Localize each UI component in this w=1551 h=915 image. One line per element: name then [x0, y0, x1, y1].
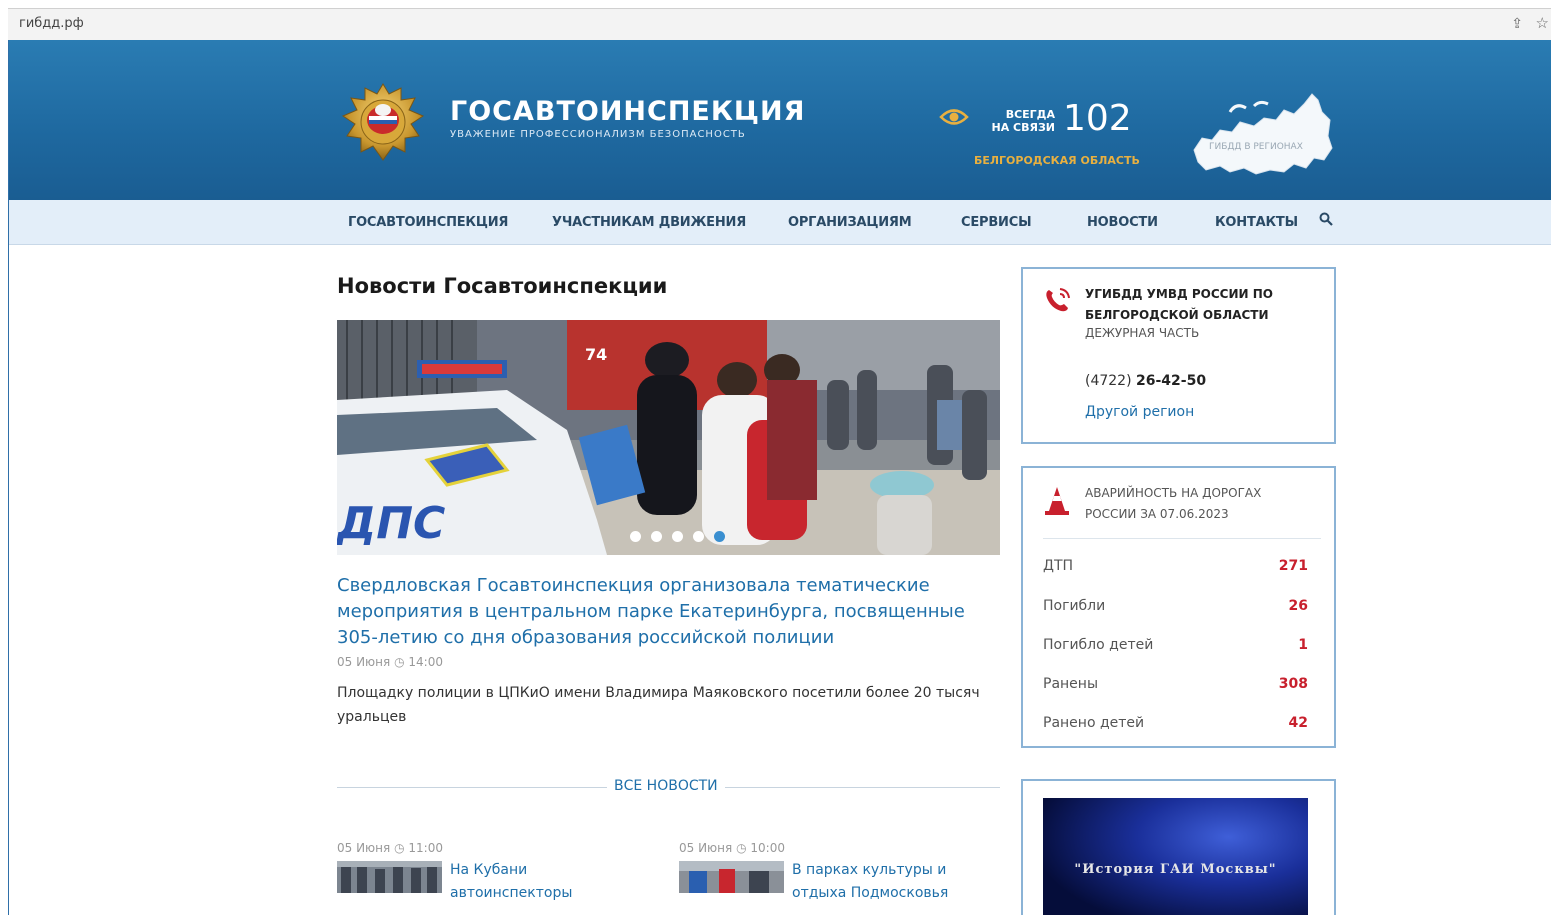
emblem-logo[interactable] — [337, 80, 429, 166]
mini-news-thumbnail[interactable] — [337, 861, 442, 893]
emergency-phone[interactable]: 102 — [1063, 98, 1132, 139]
url-text[interactable]: гибдд.рф — [19, 16, 84, 31]
always-line-2: НА СВЯЗИ — [991, 121, 1056, 134]
main-nav: ГОСАВТОИНСПЕКЦИЯ УЧАСТНИКАМ ДВИЖЕНИЯ ОРГ… — [9, 200, 1551, 245]
clock-icon: ◷ — [736, 841, 747, 855]
headline-lead: Площадку полиции в ЦПКиО имени Владимира… — [337, 685, 980, 725]
brand-subtitle: УВАЖЕНИЕ ПРОФЕССИОНАЛИЗМ БЕЗОПАСНОСТЬ — [450, 129, 746, 140]
mini-news-date: 05 Июня — [679, 841, 733, 855]
video-player[interactable]: "История ГАИ Москвы" — [1043, 798, 1308, 915]
mini-news-time: 10:00 — [750, 841, 785, 855]
nav-item-services[interactable]: СЕРВИСЫ — [961, 215, 1032, 230]
stat-label: Погибло детей — [1043, 637, 1154, 653]
carousel-dot-5[interactable] — [714, 531, 725, 542]
nav-item-participants[interactable]: УЧАСТНИКАМ ДВИЖЕНИЯ — [552, 215, 746, 230]
contact-subtitle: ДЕЖУРНАЯ ЧАСТЬ — [1085, 326, 1200, 340]
clock-icon: ◷ — [394, 655, 405, 669]
clock-icon: ◷ — [394, 841, 405, 855]
mini-news-title[interactable]: На Кубани автоинспекторы — [450, 859, 650, 905]
stat-label: Погибли — [1043, 598, 1106, 614]
carousel-dot-3[interactable] — [672, 531, 683, 542]
stat-value: 26 — [1288, 598, 1308, 614]
stat-label: Ранены — [1043, 676, 1098, 692]
nav-item-contacts[interactable]: КОНТАКТЫ — [1215, 215, 1298, 230]
regions-map-label[interactable]: ГИБДД В РЕГИОНАХ — [1209, 142, 1303, 152]
nav-item-gosavtoinspekciya[interactable]: ГОСАВТОИНСПЕКЦИЯ — [348, 215, 508, 230]
carousel-dots — [630, 531, 725, 542]
site-header: ГОСАВТОИНСПЕКЦИЯ УВАЖЕНИЕ ПРОФЕССИОНАЛИЗ… — [9, 40, 1551, 200]
stat-row-killed: Погибли 26 — [1043, 598, 1308, 614]
contact-card: УГИБДД УМВД РОССИИ ПО БЕЛГОРОДСКОЙ ОБЛАС… — [1021, 267, 1336, 444]
stat-row-children-injured: Ранено детей 42 — [1043, 715, 1308, 731]
search-icon[interactable] — [1319, 212, 1333, 226]
divider — [1043, 538, 1321, 539]
carousel-dot-4[interactable] — [693, 531, 704, 542]
stat-row-injured: Ранены 308 — [1043, 676, 1308, 692]
mini-news-item[interactable]: 05 Июня ◷ 10:00 В парках культуры и отды… — [679, 841, 948, 901]
phone-icon — [1046, 288, 1070, 312]
always-line-1: ВСЕГДА — [1005, 108, 1055, 121]
carousel-dot-2[interactable] — [651, 531, 662, 542]
mini-news-thumbnail[interactable] — [679, 861, 784, 893]
hero-news-image[interactable]: ДПС 74 — [337, 320, 1000, 555]
bookmark-star-icon[interactable]: ☆ — [1536, 14, 1549, 32]
other-region-link[interactable]: Другой регион — [1085, 404, 1194, 420]
mini-news-item[interactable]: 05 Июня ◷ 11:00 На Кубани автоинспекторы — [337, 841, 572, 901]
accident-stats-title: АВАРИЙНОСТЬ НА ДОРОГАХ РОССИИ ЗА 07.06.2… — [1085, 486, 1262, 521]
headline-time: 14:00 — [408, 655, 443, 669]
stat-value: 42 — [1288, 715, 1308, 731]
mini-news-meta: 05 Июня ◷ 10:00 — [679, 841, 785, 855]
headline-link[interactable]: Свердловская Госавтоинспекция организова… — [337, 573, 997, 651]
accident-stats-card: АВАРИЙНОСТЬ НА ДОРОГАХ РОССИИ ЗА 07.06.2… — [1021, 466, 1336, 748]
stat-value: 271 — [1278, 558, 1308, 574]
address-bar[interactable]: гибдд.рф ⇪ ☆ — [8, 8, 1551, 40]
mini-news-time: 11:00 — [408, 841, 443, 855]
stat-row-dtp: ДТП 271 — [1043, 558, 1308, 574]
share-icon[interactable]: ⇪ — [1511, 15, 1523, 32]
phone-number: 26-42-50 — [1136, 373, 1207, 389]
brand-title[interactable]: ГОСАВТОИНСПЕКЦИЯ — [450, 96, 805, 127]
contact-title: УГИБДД УМВД РОССИИ ПО БЕЛГОРОДСКОЙ ОБЛАС… — [1085, 287, 1273, 322]
always-connected-label: ВСЕГДА НА СВЯЗИ — [987, 108, 1056, 134]
stat-label: Ранено детей — [1043, 715, 1145, 731]
contact-phone[interactable]: (4722) 26-42-50 — [1085, 373, 1206, 389]
news-section-title: Новости Госавтоинспекции — [337, 274, 668, 298]
mini-news-meta: 05 Июня ◷ 11:00 — [337, 841, 443, 855]
mini-news-title[interactable]: В парках культуры и отдыха Подмосковья — [792, 859, 992, 905]
hero-photo: ДПС 74 — [337, 320, 1000, 555]
hero-car-label: ДПС — [337, 498, 445, 549]
traffic-cone-icon — [1045, 487, 1069, 515]
nav-item-organizations[interactable]: ОРГАНИЗАЦИЯМ — [788, 215, 912, 230]
video-title: "История ГАИ Москвы" — [1074, 862, 1277, 877]
russia-map-icon[interactable] — [1184, 90, 1334, 182]
stat-label: ДТП — [1043, 558, 1074, 574]
phone-code: (4722) — [1085, 373, 1132, 389]
headline-date: 05 Июня — [337, 655, 391, 669]
all-news-link[interactable]: ВСЕ НОВОСТИ — [607, 778, 725, 794]
stat-value: 308 — [1278, 676, 1308, 692]
region-selector[interactable]: БЕЛГОРОДСКАЯ ОБЛАСТЬ — [974, 154, 1140, 167]
mini-news-date: 05 Июня — [337, 841, 391, 855]
hero-truck-number: 74 — [585, 345, 607, 364]
headline-meta: 05 Июня ◷ 14:00 — [337, 655, 443, 669]
stat-value: 1 — [1298, 637, 1308, 653]
video-card: "История ГАИ Москвы" — [1021, 779, 1336, 915]
nav-item-news[interactable]: НОВОСТИ — [1087, 215, 1158, 230]
carousel-dot-1[interactable] — [630, 531, 641, 542]
eye-icon[interactable] — [939, 106, 969, 128]
stat-row-children-killed: Погибло детей 1 — [1043, 637, 1308, 653]
